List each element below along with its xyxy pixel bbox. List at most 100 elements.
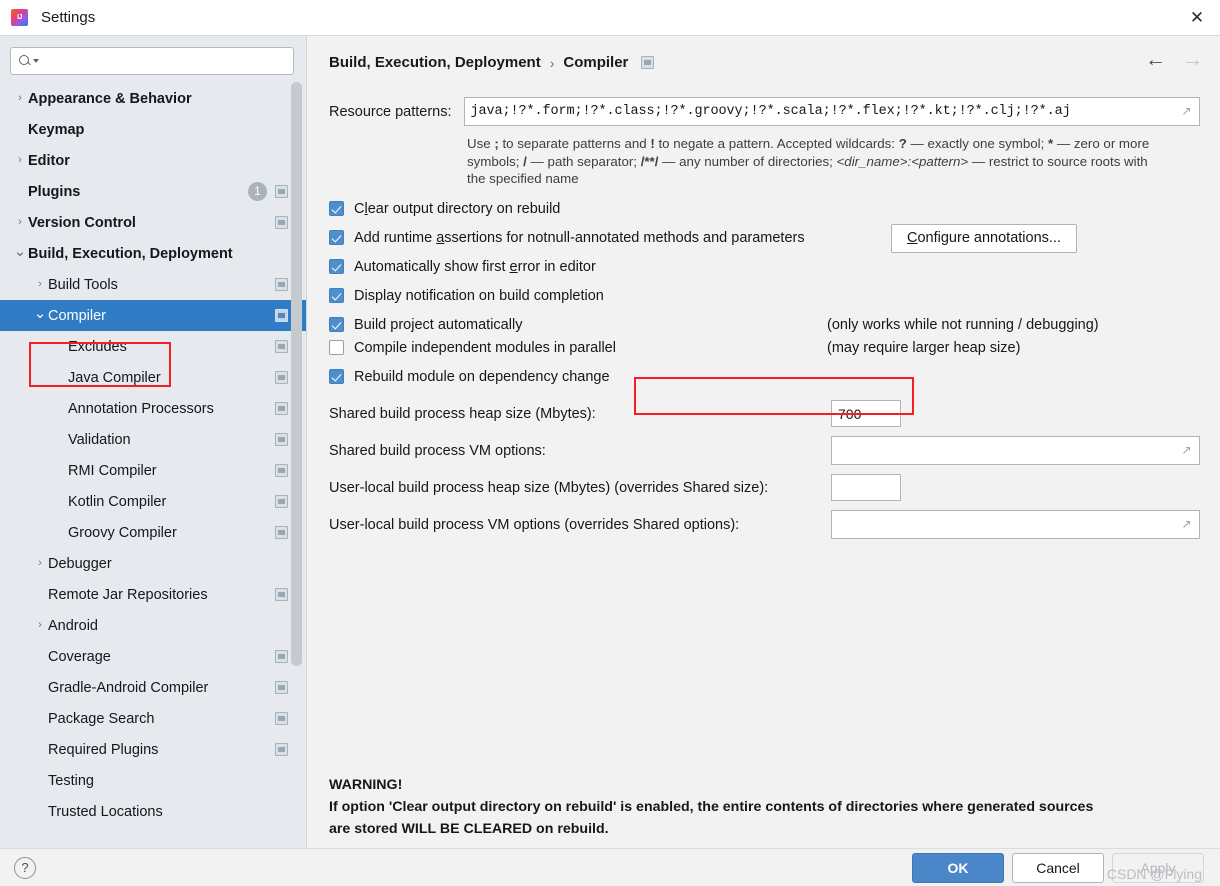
- checkbox-add-runtime-assertions-for-notnull-annotated-methods-and-parameters[interactable]: [329, 230, 344, 245]
- sidebar-item-version-control[interactable]: › Version Control: [0, 207, 306, 238]
- project-setting-marker-icon: [641, 56, 655, 69]
- close-icon[interactable]: ✕: [1174, 0, 1220, 36]
- project-setting-marker-icon: [275, 588, 288, 601]
- checkbox-row-display-notification-on-build-completion[interactable]: Display notification on build completion: [329, 288, 1220, 304]
- sidebar-item-label: Excludes: [68, 338, 127, 355]
- checkbox-row-add-runtime-assertions-for-notnull-annotated-methods-and-parameters[interactable]: Add runtime assertions for notnull-annot…: [329, 223, 1220, 253]
- breadcrumb-current: Compiler: [563, 54, 629, 71]
- resource-patterns-field[interactable]: ↗: [463, 97, 1200, 126]
- chevron-right-icon[interactable]: ›: [32, 558, 48, 569]
- checkbox-clear-output-directory-on-rebuild[interactable]: [329, 201, 344, 216]
- input-user-local-build-process-vm-options-overrides-shared-options[interactable]: [838, 516, 1180, 533]
- sidebar-scrollbar-thumb[interactable]: [291, 82, 302, 666]
- help-text-run: — exactly one symbol;: [906, 136, 1048, 151]
- sidebar-item-keymap[interactable]: Keymap: [0, 114, 306, 145]
- checkbox-label: Rebuild module on dependency change: [354, 368, 610, 385]
- sidebar-item-gradle-android-compiler[interactable]: Gradle-Android Compiler: [0, 672, 306, 703]
- checkbox-label: Add runtime assertions for notnull-annot…: [354, 229, 805, 246]
- ok-button[interactable]: OK: [912, 853, 1004, 883]
- input-wrap-user-local-build-process-vm-options-overrides-shared-options[interactable]: ↗: [831, 510, 1200, 539]
- field-label: Shared build process heap size (Mbytes):: [329, 405, 596, 422]
- chevron-right-icon[interactable]: ›: [12, 155, 28, 166]
- sidebar-item-rmi-compiler[interactable]: RMI Compiler: [0, 455, 306, 486]
- sidebar-item-compiler[interactable]: ⌄ Compiler: [0, 300, 306, 331]
- arrow-left-icon[interactable]: ←: [1145, 49, 1166, 70]
- chevron-right-icon[interactable]: ›: [12, 93, 28, 104]
- configure-annotations-button[interactable]: Configure annotations...: [891, 223, 1077, 253]
- sidebar-item-debugger[interactable]: › Debugger: [0, 548, 306, 579]
- sidebar-item-android[interactable]: › Android: [0, 610, 306, 641]
- input-shared-build-process-vm-options[interactable]: [838, 442, 1180, 459]
- search-input[interactable]: [43, 53, 286, 69]
- expand-editor-icon[interactable]: ↗: [1180, 444, 1193, 457]
- chevron-right-icon[interactable]: ›: [12, 217, 28, 228]
- checkbox-row-automatically-show-first-error-in-editor[interactable]: Automatically show first error in editor: [329, 259, 1220, 275]
- sidebar-item-annotation-processors[interactable]: Annotation Processors: [0, 393, 306, 424]
- checkbox-display-notification-on-build-completion[interactable]: [329, 288, 344, 303]
- settings-sidebar: › Appearance & Behavior Keymap › Editor Plugi…: [0, 36, 307, 848]
- sidebar-item-coverage[interactable]: Coverage: [0, 641, 306, 672]
- field-row-user-local-build-process-heap-size-mbytes-overrides-shared-size: User-local build process heap size (Mbyt…: [329, 474, 1220, 501]
- sidebar-item-build-execution-deployment[interactable]: ⌄ Build, Execution, Deployment: [0, 238, 306, 269]
- sidebar-item-appearance-behavior[interactable]: › Appearance & Behavior: [0, 83, 306, 114]
- settings-main-panel: Build, Execution, Deployment › Compiler …: [307, 36, 1220, 848]
- expand-editor-icon[interactable]: ↗: [1180, 518, 1193, 531]
- sidebar-item-kotlin-compiler[interactable]: Kotlin Compiler: [0, 486, 306, 517]
- project-setting-marker-icon: [275, 650, 288, 663]
- sidebar-scrollbar[interactable]: [291, 82, 302, 818]
- sidebar-item-excludes[interactable]: Excludes: [0, 331, 306, 362]
- sidebar-item-java-compiler[interactable]: Java Compiler: [0, 362, 306, 393]
- input-shared-build-process-heap-size-mbytes[interactable]: [831, 400, 901, 427]
- field-row-shared-build-process-heap-size-mbytes: Shared build process heap size (Mbytes):: [329, 400, 1220, 427]
- checkbox-compile-independent-modules-in-parallel[interactable]: [329, 340, 344, 355]
- chevron-right-icon[interactable]: ›: [32, 279, 48, 290]
- sidebar-item-label: Gradle-Android Compiler: [48, 679, 209, 696]
- build-process-fields-group: Shared build process heap size (Mbytes):…: [307, 400, 1220, 539]
- chevron-down-icon[interactable]: ⌄: [12, 244, 28, 259]
- sidebar-item-validation[interactable]: Validation: [0, 424, 306, 455]
- resource-patterns-label: Resource patterns:: [329, 103, 452, 120]
- sidebar-item-label: Groovy Compiler: [68, 524, 177, 541]
- apply-button: Apply: [1112, 853, 1204, 883]
- warning-line-2: are stored WILL BE CLEARED on rebuild.: [329, 821, 609, 837]
- checkbox-row-build-project-automatically[interactable]: Build project automatically (only works w…: [329, 317, 1220, 333]
- input-wrap-shared-build-process-vm-options[interactable]: ↗: [831, 436, 1200, 465]
- sidebar-item-groovy-compiler[interactable]: Groovy Compiler: [0, 517, 306, 548]
- checkbox-label: Build project automatically: [354, 316, 523, 333]
- project-setting-marker-icon: [275, 495, 288, 508]
- checkbox-build-project-automatically[interactable]: [329, 317, 344, 332]
- checkbox-automatically-show-first-error-in-editor[interactable]: [329, 259, 344, 274]
- sidebar-item-package-search[interactable]: Package Search: [0, 703, 306, 734]
- help-button[interactable]: ?: [14, 856, 36, 879]
- footer-actions: OK Cancel Apply: [912, 853, 1204, 883]
- breadcrumb-parent[interactable]: Build, Execution, Deployment: [329, 54, 541, 71]
- sidebar-item-trusted-locations[interactable]: Trusted Locations: [0, 796, 306, 827]
- sidebar-item-remote-jar-repositories[interactable]: Remote Jar Repositories: [0, 579, 306, 610]
- checkbox-row-clear-output-directory-on-rebuild[interactable]: Clear output directory on rebuild: [329, 201, 1220, 217]
- checkbox-label: Display notification on build completion: [354, 287, 604, 304]
- checkbox-row-rebuild-module-on-dependency-change[interactable]: Rebuild module on dependency change: [329, 369, 1220, 385]
- input-user-local-build-process-heap-size-mbytes-overrides-shared-size[interactable]: [831, 474, 901, 501]
- sidebar-item-label: Editor: [28, 152, 70, 169]
- sidebar-item-editor[interactable]: › Editor: [0, 145, 306, 176]
- sidebar-item-build-tools[interactable]: › Build Tools: [0, 269, 306, 300]
- sidebar-item-plugins[interactable]: Plugins 1: [0, 176, 306, 207]
- checkbox-row-compile-independent-modules-in-parallel[interactable]: Compile independent modules in parallel (…: [329, 340, 1220, 356]
- breadcrumb-separator: ›: [549, 54, 555, 71]
- arrow-right-icon[interactable]: →: [1182, 49, 1203, 70]
- chevron-down-icon[interactable]: [33, 59, 39, 63]
- checkbox-rebuild-module-on-dependency-change[interactable]: [329, 369, 344, 384]
- sidebar-item-label: Package Search: [48, 710, 155, 727]
- search-box[interactable]: [10, 47, 294, 75]
- field-label: User-local build process VM options (ove…: [329, 516, 740, 533]
- sidebar-item-required-plugins[interactable]: Required Plugins: [0, 734, 306, 765]
- breadcrumb: Build, Execution, Deployment › Compiler …: [307, 36, 1220, 71]
- chevron-down-icon[interactable]: ⌄: [32, 306, 48, 321]
- expand-editor-icon[interactable]: ↗: [1180, 105, 1193, 118]
- warning-title: WARNING!: [329, 777, 403, 793]
- cancel-button[interactable]: Cancel: [1012, 853, 1104, 883]
- sidebar-item-testing[interactable]: Testing: [0, 765, 306, 796]
- resource-patterns-input[interactable]: [470, 104, 1180, 119]
- chevron-right-icon[interactable]: ›: [32, 620, 48, 631]
- checkbox-label: Clear output directory on rebuild: [354, 200, 561, 217]
